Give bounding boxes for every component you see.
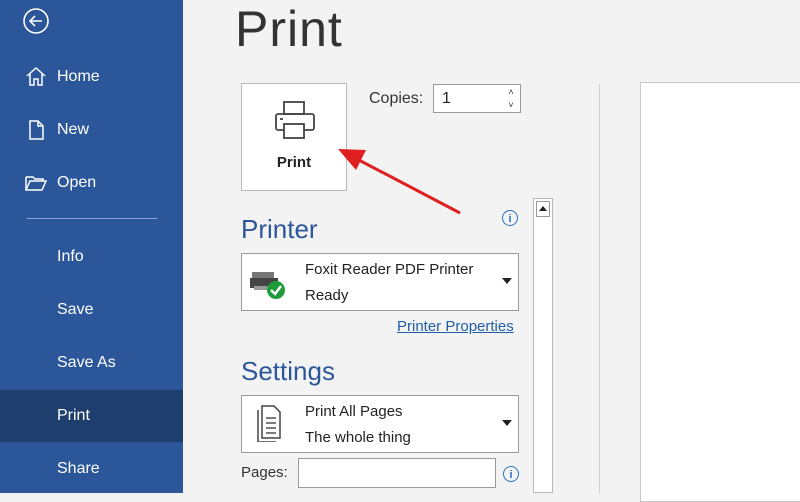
annotation-arrow-icon xyxy=(338,149,461,215)
